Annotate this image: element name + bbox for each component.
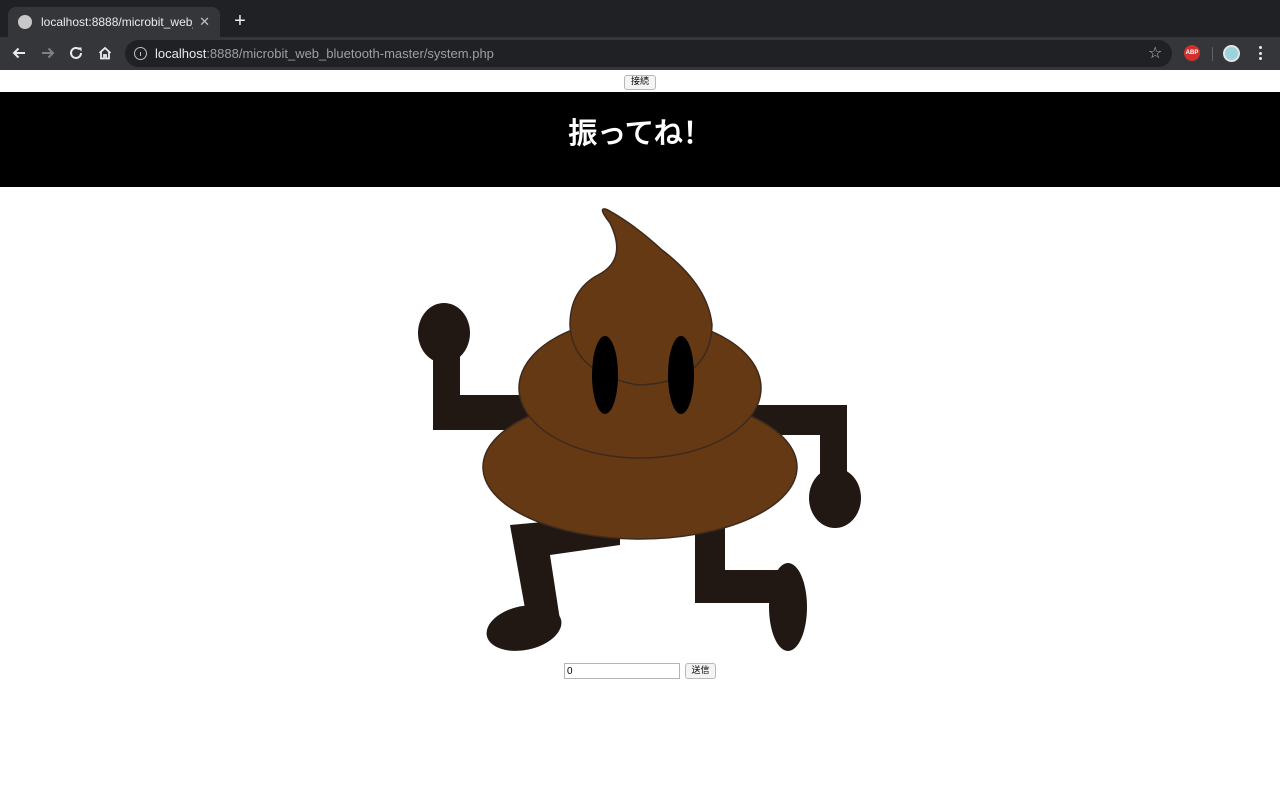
reload-icon[interactable] <box>66 43 86 63</box>
site-info-icon[interactable] <box>134 47 147 60</box>
browser-menu-icon[interactable] <box>1252 45 1268 61</box>
browser-toolbar: localhost:8888/microbit_web_bluetooth-ma… <box>0 37 1280 70</box>
address-bar[interactable]: localhost:8888/microbit_web_bluetooth-ma… <box>125 40 1172 67</box>
home-icon[interactable] <box>95 43 115 63</box>
browser-tab[interactable]: localhost:8888/microbit_web_bluetooth-ma… <box>8 7 220 37</box>
page-headline: 振ってね！ <box>568 116 712 150</box>
page-content: 接続 振ってね！ 送信 <box>0 70 1280 800</box>
tab-strip: localhost:8888/microbit_web_bluetooth-ma… <box>0 0 1280 37</box>
adblock-extension-icon[interactable]: ABP <box>1184 45 1200 61</box>
value-input[interactable] <box>564 663 680 679</box>
back-icon[interactable] <box>9 43 29 63</box>
tab-title: localhost:8888/microbit_web_bluetooth-ma… <box>41 15 193 29</box>
new-tab-icon[interactable]: + <box>232 10 248 32</box>
close-tab-icon[interactable]: ✕ <box>199 14 210 30</box>
forward-icon[interactable] <box>38 43 58 63</box>
poop-character-illustration <box>418 208 861 651</box>
toolbar-divider <box>1212 47 1213 61</box>
url-text: localhost:8888/microbit_web_bluetooth-ma… <box>155 46 494 61</box>
header-banner: 振ってね！ <box>0 92 1280 187</box>
profile-avatar[interactable] <box>1223 45 1240 62</box>
bookmark-star-icon[interactable]: ☆ <box>1148 43 1162 63</box>
favicon-icon <box>18 15 32 29</box>
connect-button[interactable]: 接続 <box>624 75 656 90</box>
send-button[interactable]: 送信 <box>685 663 716 679</box>
